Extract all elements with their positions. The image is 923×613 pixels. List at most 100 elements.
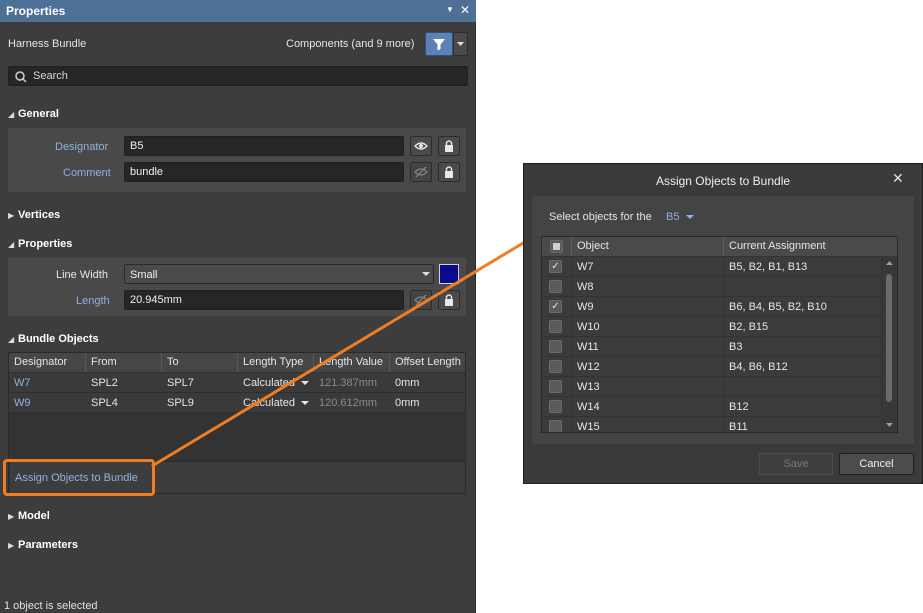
chevron-down-icon[interactable]: [684, 211, 696, 223]
object-type-label: Harness Bundle: [8, 38, 87, 50]
line-width-select[interactable]: Small: [124, 264, 434, 284]
comment-lock-button[interactable]: [438, 162, 460, 182]
column-header-offset-length[interactable]: Offset Length: [390, 353, 465, 372]
comment-field[interactable]: bundle: [124, 162, 404, 182]
assignment-cell: B12: [724, 397, 882, 416]
select-objects-label: Select objects for the: [549, 211, 652, 223]
designator-field[interactable]: B5: [124, 136, 404, 156]
list-item[interactable]: W15 B11: [542, 417, 882, 432]
list-item[interactable]: W11 B3: [542, 337, 882, 357]
select-all-header[interactable]: [542, 237, 572, 256]
length-value-cell: 121.387mm: [319, 377, 378, 389]
scrollbar-thumb[interactable]: [886, 274, 892, 402]
filter-dropdown-button[interactable]: [453, 32, 468, 56]
bundle-objects-section-header[interactable]: ◢ Bundle Objects: [8, 333, 99, 345]
column-header-length-value[interactable]: Length Value: [314, 353, 390, 372]
column-header-designator[interactable]: Designator: [9, 353, 86, 372]
assignment-cell: B5, B2, B1, B13: [724, 257, 882, 276]
object-cell: W15: [572, 417, 724, 432]
comment-visibility-button[interactable]: [410, 162, 432, 182]
column-header-to[interactable]: To: [162, 353, 238, 372]
offset-length-cell[interactable]: 0mm: [390, 393, 465, 413]
offset-length-cell[interactable]: 0mm: [390, 373, 465, 393]
panel-title: Properties: [6, 4, 66, 18]
column-header-current-assignment[interactable]: Current Assignment: [724, 237, 897, 256]
scroll-up-icon[interactable]: [882, 258, 897, 268]
select-all-checkbox[interactable]: [550, 240, 563, 253]
to-cell: SPL7: [167, 377, 194, 389]
expanded-triangle-icon: ◢: [8, 240, 15, 249]
vertices-section-header[interactable]: ▶ Vertices: [8, 209, 60, 221]
checkbox-cell: [542, 397, 572, 416]
object-checkbox[interactable]: [549, 400, 562, 413]
vertical-scrollbar[interactable]: [882, 256, 897, 432]
panel-title-bar: Properties ▼ ✕: [0, 0, 476, 22]
table-row[interactable]: W9 SPL4 SPL9 Calculated 120.612mm 0mm: [9, 393, 465, 413]
checkbox-cell: ✓: [542, 257, 572, 276]
list-item[interactable]: W14 B12: [542, 397, 882, 417]
list-item[interactable]: W8: [542, 277, 882, 297]
length-type-cell[interactable]: Calculated: [238, 373, 298, 393]
list-item[interactable]: W12 B4, B6, B12: [542, 357, 882, 377]
chevron-down-icon[interactable]: [299, 393, 311, 413]
length-lock-button[interactable]: [438, 290, 460, 310]
table-row[interactable]: W7 SPL2 SPL7 Calculated 121.387mm 0mm: [9, 373, 465, 393]
length-value-cell: 120.612mm: [319, 397, 378, 409]
model-section-header[interactable]: ▶ Model: [8, 510, 50, 522]
to-cell: SPL9: [167, 397, 194, 409]
close-icon[interactable]: ✕: [892, 170, 904, 187]
lock-icon: [445, 166, 453, 178]
column-header-length-type[interactable]: Length Type: [238, 353, 314, 372]
object-cell: W10: [572, 317, 724, 336]
expanded-triangle-icon: ◢: [8, 335, 15, 344]
line-color-swatch[interactable]: [439, 264, 459, 284]
scroll-down-icon[interactable]: [882, 420, 897, 430]
save-button[interactable]: Save: [759, 453, 833, 475]
list-item[interactable]: W10 B2, B15: [542, 317, 882, 337]
object-checkbox[interactable]: [549, 340, 562, 353]
object-checkbox[interactable]: ✓: [549, 260, 562, 273]
visibility-toggle-button[interactable]: [410, 136, 432, 156]
search-input[interactable]: Search: [8, 66, 468, 86]
object-checkbox[interactable]: [549, 360, 562, 373]
length-type-cell[interactable]: Calculated: [238, 393, 298, 413]
object-checkbox[interactable]: [549, 320, 562, 333]
object-cell: W9: [572, 297, 724, 316]
pin-icon[interactable]: ▼: [446, 5, 454, 14]
list-item[interactable]: W13: [542, 377, 882, 397]
lock-toggle-button[interactable]: [438, 136, 460, 156]
length-visibility-button[interactable]: [410, 290, 432, 310]
designator-cell[interactable]: W7: [9, 373, 86, 393]
close-icon[interactable]: ✕: [460, 3, 470, 17]
objects-table: Object Current Assignment ✓ W7 B5, B2, B1,…: [541, 236, 898, 433]
general-section-header[interactable]: ◢ General: [8, 108, 59, 120]
object-checkbox[interactable]: ✓: [549, 300, 562, 313]
object-checkbox[interactable]: [549, 280, 562, 293]
object-checkbox[interactable]: [549, 380, 562, 393]
checkbox-cell: [542, 357, 572, 376]
cancel-button[interactable]: Cancel: [839, 453, 914, 475]
list-item[interactable]: ✓ W7 B5, B2, B1, B13: [542, 257, 882, 277]
comment-label: Comment: [63, 167, 111, 179]
filter-icon: [433, 39, 445, 51]
assign-objects-dialog: Assign Objects to Bundle ✕ Select object…: [523, 163, 923, 484]
status-text: 1 object is selected: [4, 600, 98, 612]
designator-cell[interactable]: W9: [9, 393, 86, 413]
dialog-title-bar: Assign Objects to Bundle ✕: [524, 164, 922, 196]
list-item[interactable]: ✓ W9 B6, B4, B5, B2, B10: [542, 297, 882, 317]
from-cell: SPL4: [91, 397, 118, 409]
assignment-cell: B11: [724, 417, 882, 432]
parameters-section-header[interactable]: ▶ Parameters: [8, 539, 78, 551]
search-placeholder: Search: [33, 70, 68, 82]
properties-section-header[interactable]: ◢ Properties: [8, 238, 72, 250]
object-checkbox[interactable]: [549, 420, 562, 432]
bundle-selector[interactable]: B5: [666, 211, 679, 223]
length-field[interactable]: 20.945mm: [124, 290, 404, 310]
object-cell: W14: [572, 397, 724, 416]
column-header-from[interactable]: From: [86, 353, 162, 372]
chevron-down-icon[interactable]: [299, 373, 311, 393]
status-bar: 1 object is selected: [0, 598, 476, 613]
checkbox-cell: [542, 317, 572, 336]
column-header-object[interactable]: Object: [572, 237, 724, 256]
filter-button[interactable]: [425, 32, 453, 56]
